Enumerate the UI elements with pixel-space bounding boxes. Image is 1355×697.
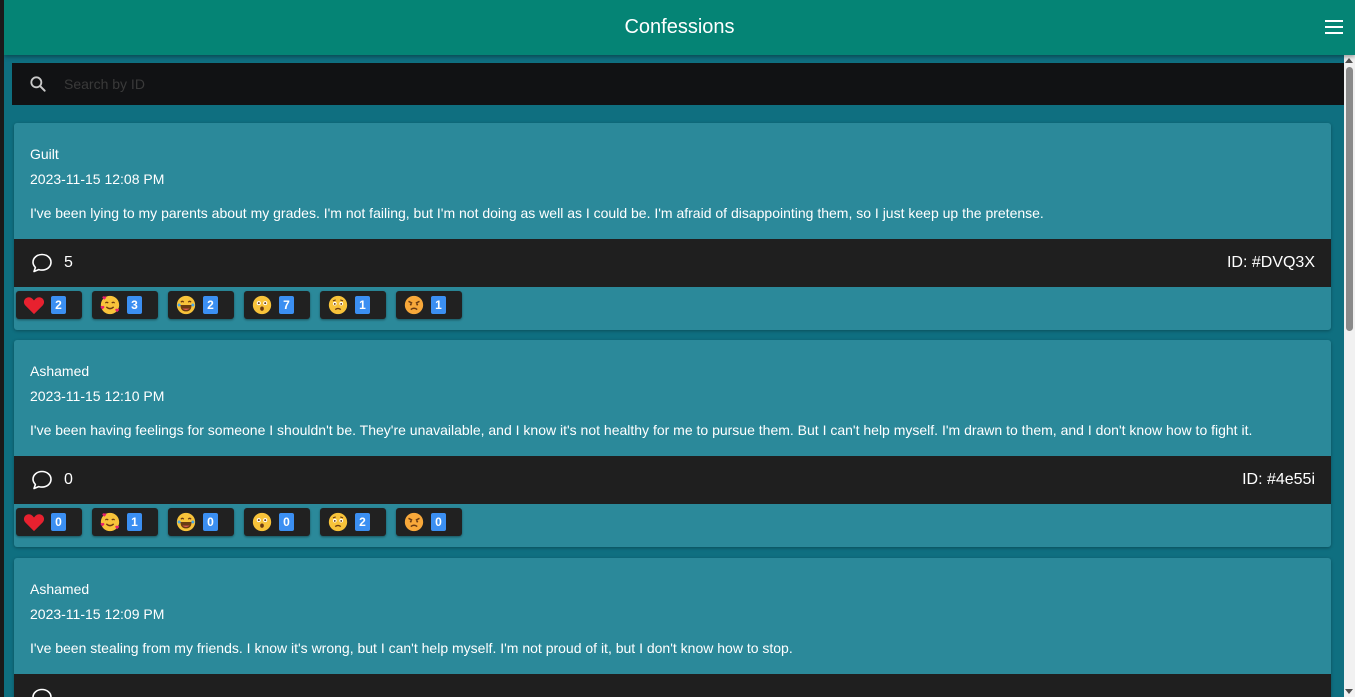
scroll-up-icon[interactable] [1345, 58, 1353, 63]
heart-icon [20, 511, 48, 533]
astonished-icon [248, 511, 276, 533]
confession-text: I've been lying to my parents about my g… [30, 205, 1044, 221]
card-footer: 0 ID: #4e55i [14, 456, 1331, 504]
reaction-count: 2 [355, 513, 370, 531]
reaction-count: 2 [51, 296, 66, 314]
search-icon [12, 63, 64, 105]
reaction-crying[interactable]: 1 [320, 291, 386, 319]
reaction-crying[interactable]: 2 [320, 508, 386, 536]
confession-date: 2023-11-15 12:08 PM [30, 171, 165, 187]
confession-card: Guilt 2023-11-15 12:08 PM I've been lyin… [14, 123, 1331, 330]
scroll-thumb[interactable] [1346, 67, 1353, 331]
confession-date: 2023-11-15 12:10 PM [30, 388, 165, 404]
laughing-icon [172, 511, 200, 533]
reaction-count: 7 [279, 296, 294, 314]
reaction-laughing[interactable]: 0 [168, 508, 234, 536]
astonished-icon [248, 294, 276, 316]
confession-category: Guilt [30, 146, 59, 162]
comment-icon [32, 688, 52, 697]
reaction-count: 1 [431, 296, 446, 314]
reaction-smiling-face-with-hearts[interactable]: 3 [92, 291, 158, 319]
confession-date: 2023-11-15 12:09 PM [30, 606, 165, 622]
reaction-laughing[interactable]: 2 [168, 291, 234, 319]
heart-icon [20, 294, 48, 316]
reaction-smiling-face-with-hearts[interactable]: 1 [92, 508, 158, 536]
confession-text: I've been stealing from my friends. I kn… [30, 640, 793, 656]
reaction-count: 2 [203, 296, 218, 314]
crying-icon [324, 511, 352, 533]
reaction-count: 0 [203, 513, 218, 531]
laughing-icon [172, 294, 200, 316]
confession-card: Ashamed 2023-11-15 12:09 PM I've been st… [14, 558, 1331, 697]
comment-count: 5 [64, 254, 73, 271]
search-bar [12, 63, 1344, 105]
angry-icon [400, 511, 428, 533]
comment-count: 0 [64, 471, 73, 488]
reaction-count: 0 [51, 513, 66, 531]
feed: Guilt 2023-11-15 12:08 PM I've been lyin… [4, 55, 1344, 697]
reaction-bar: 2 3 2 7 1 1 [14, 287, 1331, 330]
confession-id: ID: #DVQ3X [1226, 254, 1315, 271]
app-bar: Confessions [4, 0, 1355, 55]
angry-icon [400, 294, 428, 316]
reaction-heart[interactable]: 2 [16, 291, 82, 319]
page-title: Confessions [624, 16, 735, 38]
reaction-bar: 0 1 0 0 2 0 [14, 504, 1331, 547]
menu-icon[interactable] [1325, 16, 1347, 38]
reaction-angry[interactable]: 1 [396, 291, 462, 319]
search-input[interactable] [64, 63, 1344, 105]
reaction-astonished[interactable]: 7 [244, 291, 310, 319]
comments-button[interactable]: 5 [30, 251, 73, 275]
card-footer [14, 674, 1331, 697]
confession-category: Ashamed [30, 363, 90, 379]
app-window: Confessions Guilt 2023-11-15 12:08 PM I'… [4, 0, 1355, 697]
confession-id: ID: #4e55i [1242, 471, 1315, 488]
comment-icon [32, 253, 52, 273]
reaction-heart[interactable]: 0 [16, 508, 82, 536]
smiling-face-with-hearts-icon [96, 511, 124, 533]
reaction-count: 3 [127, 296, 142, 314]
confession-text: I've been having feelings for someone I … [30, 422, 1253, 438]
reaction-count: 1 [355, 296, 370, 314]
reaction-angry[interactable]: 0 [396, 508, 462, 536]
confession-category: Ashamed [30, 581, 90, 597]
confession-card: Ashamed 2023-11-15 12:10 PM I've been ha… [14, 340, 1331, 547]
smiling-face-with-hearts-icon [96, 294, 124, 316]
scroll-down-icon[interactable] [1345, 689, 1353, 694]
reaction-count: 0 [431, 513, 446, 531]
reaction-astonished[interactable]: 0 [244, 508, 310, 536]
scrollbar[interactable] [1344, 55, 1355, 697]
reaction-count: 0 [279, 513, 294, 531]
card-footer: 5 ID: #DVQ3X [14, 239, 1331, 287]
comment-icon [32, 470, 52, 490]
comments-button[interactable]: 0 [30, 468, 73, 492]
crying-icon [324, 294, 352, 316]
reaction-count: 1 [127, 513, 142, 531]
comments-button[interactable] [30, 686, 64, 697]
